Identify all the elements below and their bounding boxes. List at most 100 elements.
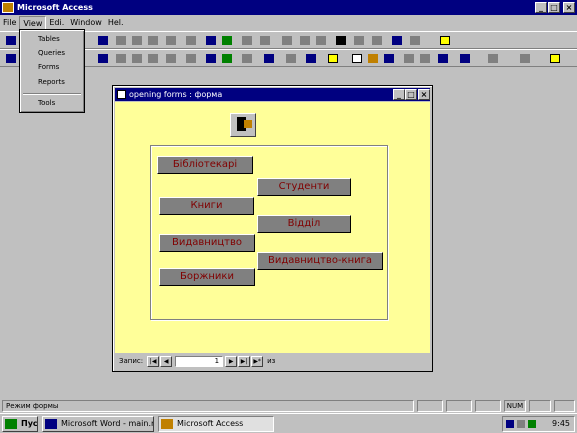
properties-icon[interactable] xyxy=(326,52,340,65)
web-toolbar-icon[interactable] xyxy=(220,34,234,47)
field-list-icon[interactable] xyxy=(240,52,254,65)
save-icon[interactable] xyxy=(382,52,396,65)
form-minimize-button[interactable]: _ xyxy=(393,89,405,100)
format-painter-icon[interactable] xyxy=(164,34,178,47)
menu-item-forms[interactable]: Forms xyxy=(38,63,59,71)
new-icon[interactable] xyxy=(350,52,364,65)
menu-file[interactable]: File xyxy=(0,16,19,30)
analyze-icon[interactable] xyxy=(458,52,472,65)
filter-by-form-icon[interactable] xyxy=(298,34,312,47)
hyperlink-icon-2[interactable] xyxy=(204,52,218,65)
view-icon[interactable] xyxy=(4,52,18,65)
delete-record-icon[interactable] xyxy=(370,34,384,47)
status-text: Режим формы xyxy=(2,400,414,412)
first-record-button[interactable]: |◀ xyxy=(147,355,160,367)
paste-icon[interactable] xyxy=(146,34,160,47)
form-titlebar: opening forms : форма _ □ × xyxy=(115,88,430,101)
undo-icon-2[interactable] xyxy=(184,52,198,65)
form-maximize-button[interactable]: □ xyxy=(405,89,417,100)
books-button[interactable]: Книги xyxy=(159,197,254,215)
status-panel-2 xyxy=(446,400,472,412)
next-record-button[interactable]: ▶ xyxy=(225,355,238,367)
status-panel-4 xyxy=(529,400,551,412)
task-access[interactable]: Microsoft Access xyxy=(158,416,274,432)
tray-app-icon[interactable] xyxy=(528,420,536,428)
record-navigator: Запис: |◀ ◀ 1 ▶ ▶| ▶* из xyxy=(115,354,430,368)
print-icon[interactable] xyxy=(402,52,416,65)
spelling-icon[interactable] xyxy=(96,34,110,47)
menu-edit[interactable]: Edi. xyxy=(46,16,67,30)
menu-item-tables[interactable]: Tables xyxy=(38,35,60,43)
format-painter-icon-2[interactable] xyxy=(164,52,178,65)
office-assistant-icon[interactable] xyxy=(438,34,452,47)
toolbar-formatting xyxy=(0,49,577,67)
menu-item-queries[interactable]: Queries xyxy=(38,49,65,57)
web-icon-2[interactable] xyxy=(220,52,234,65)
cut-icon[interactable] xyxy=(114,34,128,47)
students-button[interactable]: Студенти xyxy=(257,178,351,196)
relationships-icon[interactable] xyxy=(486,52,500,65)
maximize-button[interactable]: □ xyxy=(548,2,560,13)
toolbar-database xyxy=(0,31,577,49)
menu-help[interactable]: Hel. xyxy=(105,16,127,30)
last-record-button[interactable]: ▶| xyxy=(238,355,251,367)
menu-window[interactable]: Window xyxy=(67,16,105,30)
department-button[interactable]: Відділ xyxy=(257,215,351,233)
sort-descending-icon[interactable] xyxy=(258,34,272,47)
autoformat-icon[interactable] xyxy=(284,52,298,65)
access-window: Microsoft Access _ □ × File View Edi. Wi… xyxy=(0,0,577,413)
menu-view[interactable]: View xyxy=(19,15,47,30)
language-icon[interactable] xyxy=(506,420,514,428)
record-number-field[interactable]: 1 xyxy=(175,355,224,367)
access-key-icon xyxy=(2,2,14,13)
windows-logo-icon xyxy=(5,419,17,429)
code-icon[interactable] xyxy=(304,52,318,65)
copy-icon-2[interactable] xyxy=(130,52,144,65)
taskbar: Пуск Microsoft Word - main.me Microsoft … xyxy=(0,413,577,433)
open-icon[interactable] xyxy=(366,52,380,65)
spelling-icon-3[interactable] xyxy=(436,52,450,65)
toolbox-icon[interactable] xyxy=(262,52,276,65)
menu-bar: File View Edi. Window Hel. xyxy=(0,15,577,30)
database-window-icon[interactable] xyxy=(390,34,404,47)
menu-item-tools[interactable]: Tools xyxy=(38,99,55,107)
record-of-label: из xyxy=(267,357,276,365)
publisher-book-button[interactable]: Видавництво-книга xyxy=(257,252,383,270)
undo-icon[interactable] xyxy=(184,34,198,47)
task-word[interactable]: Microsoft Word - main.me xyxy=(42,416,154,432)
publisher-button[interactable]: Видавництво xyxy=(159,234,255,252)
apply-filter-icon[interactable] xyxy=(314,34,328,47)
print-preview-icon[interactable] xyxy=(418,52,432,65)
record-label: Запис: xyxy=(119,357,144,365)
prev-record-button[interactable]: ◀ xyxy=(160,355,173,367)
sort-ascending-icon[interactable] xyxy=(240,34,254,47)
cut-icon-2[interactable] xyxy=(114,52,128,65)
num-lock-indicator: NUM xyxy=(504,400,526,412)
start-button[interactable]: Пуск xyxy=(2,416,38,432)
copy-icon[interactable] xyxy=(130,34,144,47)
form-window: opening forms : форма _ □ × Бібліотекарі… xyxy=(112,85,433,372)
menu-item-reports[interactable]: Reports xyxy=(38,78,65,86)
insert-hyperlink-icon[interactable] xyxy=(204,34,218,47)
find-icon[interactable] xyxy=(334,34,348,47)
office-assistant-icon-2[interactable] xyxy=(548,52,562,65)
exit-door-button[interactable] xyxy=(230,113,256,137)
spelling-icon-2[interactable] xyxy=(96,52,110,65)
access-icon xyxy=(161,419,173,429)
volume-icon[interactable] xyxy=(517,420,525,428)
close-button[interactable]: × xyxy=(563,2,575,13)
form-close-button[interactable]: × xyxy=(418,89,430,100)
new-record-nav-button[interactable]: ▶* xyxy=(251,355,264,367)
clock[interactable]: 9:45 xyxy=(552,419,570,428)
filter-by-selection-icon[interactable] xyxy=(280,34,294,47)
new-object-icon[interactable] xyxy=(408,34,422,47)
status-bar: Режим формы NUM xyxy=(0,399,577,413)
design-view-icon[interactable] xyxy=(4,34,18,47)
new-record-icon[interactable] xyxy=(352,34,366,47)
librarians-button[interactable]: Бібліотекарі xyxy=(157,156,253,174)
minimize-button[interactable]: _ xyxy=(535,2,547,13)
form-body: Бібліотекарі Студенти Книги Відділ Видав… xyxy=(115,102,430,353)
new-object-icon-2[interactable] xyxy=(518,52,532,65)
paste-icon-2[interactable] xyxy=(146,52,160,65)
debtors-button[interactable]: Боржники xyxy=(159,268,255,286)
